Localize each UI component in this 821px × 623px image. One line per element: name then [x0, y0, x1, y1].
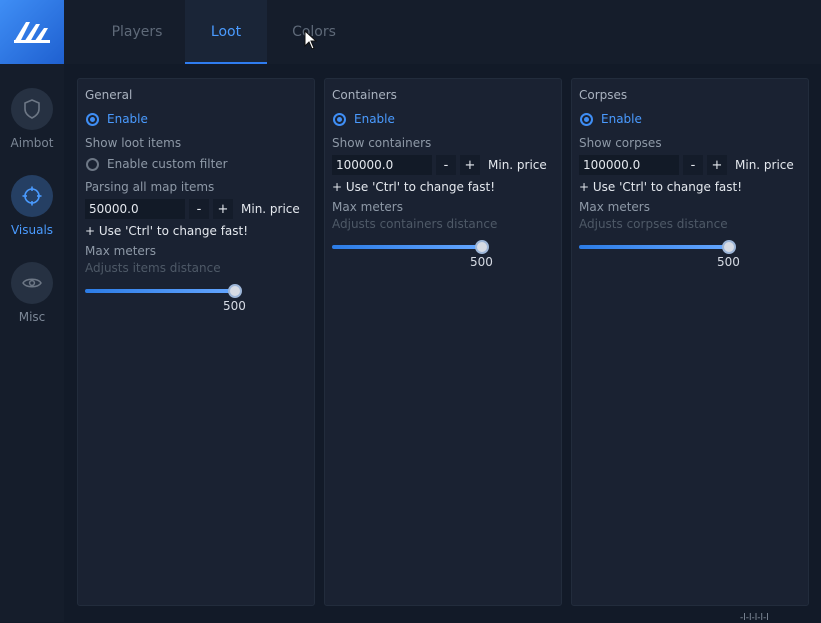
nav-misc-circle: [11, 262, 53, 304]
corpses-title: Corpses: [579, 88, 628, 102]
containers-hint: + Use 'Ctrl' to change fast!: [332, 180, 496, 194]
containers-enable-label: Enable: [354, 112, 395, 126]
radio-checked-icon: [333, 112, 346, 126]
containers-price-minus-button[interactable]: -: [436, 155, 456, 175]
sidebar: Aimbot Visuals Misc: [0, 0, 64, 622]
general-panel: General Enable Show loot items Enable cu…: [77, 78, 315, 606]
general-enable-radio[interactable]: Enable: [85, 109, 148, 129]
corpses-enable-label: Enable: [601, 112, 642, 126]
corpses-distance-label: Adjusts corpses distance: [579, 217, 728, 231]
shield-icon: [24, 99, 40, 119]
logo-icon: [14, 22, 50, 43]
general-price-input[interactable]: [85, 199, 185, 219]
corpses-hint: + Use 'Ctrl' to change fast!: [579, 180, 743, 194]
tab-players[interactable]: Players: [96, 0, 178, 64]
general-title: General: [85, 88, 133, 102]
general-price-minus-button[interactable]: -: [189, 199, 209, 219]
corpses-price-stepper: - + Min. price: [579, 155, 794, 175]
containers-distance-slider[interactable]: [332, 245, 482, 249]
corpses-show-label: Show corpses: [579, 136, 662, 150]
general-slider-value: 500: [223, 299, 246, 313]
general-slider-handle[interactable]: [228, 284, 242, 298]
containers-price-input[interactable]: [332, 155, 432, 175]
corpses-price-input[interactable]: [579, 155, 679, 175]
nav-visuals-circle: [11, 175, 53, 217]
nav-aimbot-label: Aimbot: [10, 136, 54, 150]
radio-checked-icon: [580, 112, 593, 126]
general-price-label: Min. price: [241, 202, 300, 216]
nav-misc-label: Misc: [18, 310, 46, 324]
corpses-price-label: Min. price: [735, 158, 794, 172]
nav-aimbot[interactable]: Aimbot: [0, 88, 64, 168]
containers-price-stepper: - + Min. price: [332, 155, 547, 175]
crosshair-icon: [22, 186, 42, 206]
corpses-distance-slider[interactable]: [579, 245, 729, 249]
corpses-slider-value: 500: [717, 255, 740, 269]
radio-unchecked-icon: [86, 157, 99, 171]
containers-meters-label: Max meters: [332, 200, 403, 214]
general-price-plus-button[interactable]: +: [213, 199, 233, 219]
containers-price-plus-button[interactable]: +: [460, 155, 480, 175]
corpses-price-minus-button[interactable]: -: [683, 155, 703, 175]
general-price-stepper: - + Min. price: [85, 199, 300, 219]
eye-icon: [22, 278, 42, 288]
general-custom-filter-radio[interactable]: Enable custom filter: [85, 154, 228, 174]
general-meters-label: Max meters: [85, 244, 156, 258]
general-filter-label: Enable custom filter: [107, 157, 228, 171]
nav-misc[interactable]: Misc: [0, 262, 64, 342]
containers-slider-handle[interactable]: [475, 240, 489, 254]
nav-visuals-label: Visuals: [10, 223, 54, 237]
general-enable-label: Enable: [107, 112, 148, 126]
general-show-label: Show loot items: [85, 136, 182, 150]
nav-visuals[interactable]: Visuals: [0, 175, 64, 255]
corpses-meters-label: Max meters: [579, 200, 650, 214]
general-distance-label: Adjusts items distance: [85, 261, 221, 275]
containers-slider-value: 500: [470, 255, 493, 269]
app-logo: [0, 0, 64, 64]
corpses-price-plus-button[interactable]: +: [707, 155, 727, 175]
containers-show-label: Show containers: [332, 136, 432, 150]
containers-title: Containers: [332, 88, 397, 102]
containers-panel: Containers Enable Show containers - + Mi…: [324, 78, 562, 606]
radio-checked-icon: [86, 112, 99, 126]
containers-enable-radio[interactable]: Enable: [332, 109, 395, 129]
nav-aimbot-circle: [11, 88, 53, 130]
containers-price-label: Min. price: [488, 158, 547, 172]
containers-distance-label: Adjusts containers distance: [332, 217, 498, 231]
general-parsing-label: Parsing all map items: [85, 180, 215, 194]
top-tab-bar: Players Loot Colors: [64, 0, 821, 64]
corpses-panel: Corpses Enable Show corpses - + Min. pri…: [571, 78, 809, 606]
corpses-slider-handle[interactable]: [722, 240, 736, 254]
general-hint: + Use 'Ctrl' to change fast!: [85, 224, 249, 238]
corpses-enable-radio[interactable]: Enable: [579, 109, 642, 129]
tab-loot[interactable]: Loot: [185, 0, 267, 64]
mouse-cursor-icon: [304, 30, 318, 50]
general-distance-slider[interactable]: [85, 289, 235, 293]
